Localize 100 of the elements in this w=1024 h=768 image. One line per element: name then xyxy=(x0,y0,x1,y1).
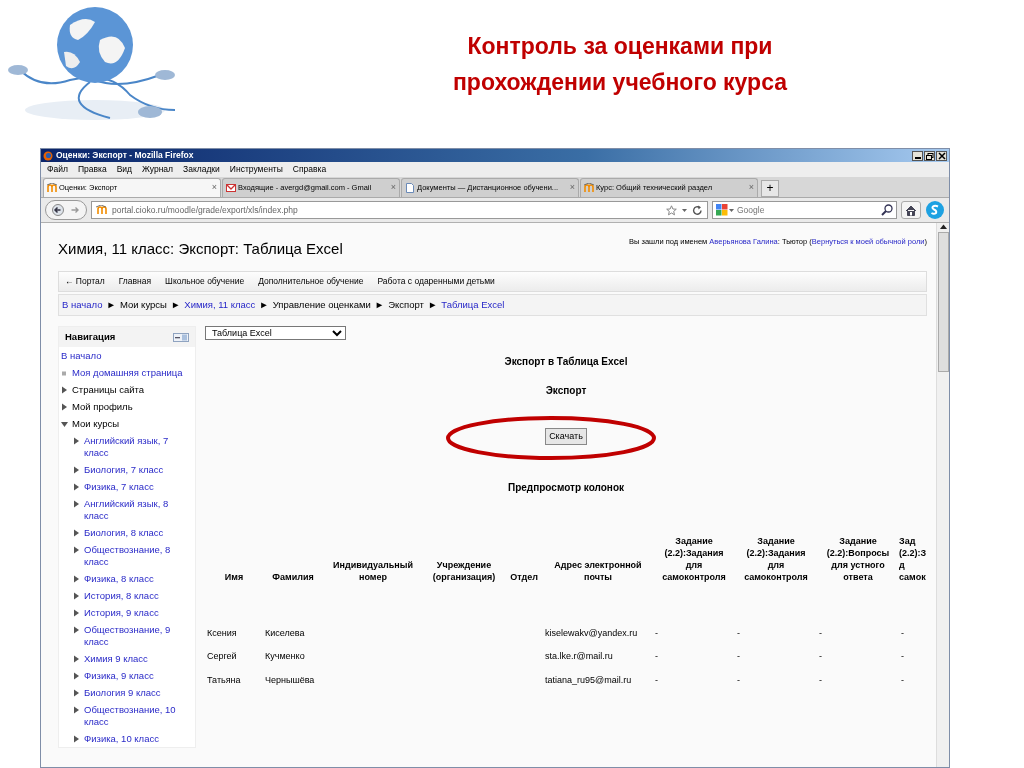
menu-item[interactable]: Правка xyxy=(77,163,107,176)
table-cell: - xyxy=(655,627,658,638)
nav-link[interactable]: Физика, 9 класс xyxy=(84,669,154,682)
menu-item[interactable]: Вид xyxy=(116,163,132,176)
collapsed-icon[interactable] xyxy=(73,734,80,743)
collapsed-icon[interactable] xyxy=(73,528,80,537)
table-cell: Ксения xyxy=(207,627,237,638)
panel-title: Навигация xyxy=(65,329,116,344)
search-engine-icon[interactable] xyxy=(716,204,734,216)
home-button[interactable] xyxy=(901,201,921,219)
moodle-logo-icon xyxy=(47,183,57,193)
collapsed-icon[interactable] xyxy=(73,608,80,617)
menu-item[interactable]: Закладки xyxy=(183,163,220,176)
minimize-button[interactable] xyxy=(912,150,923,161)
dock-icon[interactable] xyxy=(173,332,189,342)
menu-item[interactable]: Журнал xyxy=(142,163,174,176)
collapsed-icon[interactable] xyxy=(73,574,80,583)
table-cell: - xyxy=(819,627,822,638)
nav-link[interactable]: Физика, 8 класс xyxy=(84,572,154,585)
collapsed-icon[interactable] xyxy=(73,591,80,600)
export-subheading: Экспорт xyxy=(544,383,588,398)
maximize-button[interactable] xyxy=(924,150,935,161)
moodle-logo-icon xyxy=(96,205,108,215)
expanded-icon[interactable] xyxy=(61,419,68,428)
menu-item[interactable]: Инструменты xyxy=(229,163,283,176)
collapsed-icon[interactable] xyxy=(73,545,80,554)
nav-link[interactable]: История, 8 класс xyxy=(84,589,159,602)
collapsed-icon[interactable] xyxy=(73,671,80,680)
menu-item[interactable]: ← Портал xyxy=(65,275,105,288)
nav-link[interactable]: Биология, 7 класс xyxy=(84,463,164,476)
menu-item[interactable]: Дополнительное обучение xyxy=(258,275,364,288)
collapsed-icon[interactable] xyxy=(73,654,80,663)
nav-link[interactable]: Обществознание, 10 класс xyxy=(84,703,195,728)
scrollbar[interactable] xyxy=(936,223,949,767)
slide-title: Контроль за оценками при прохождении учебного курса xyxy=(451,32,789,97)
nav-link[interactable]: Страницы сайта xyxy=(72,383,145,396)
menu-item[interactable]: Главная xyxy=(118,275,152,288)
nav-link[interactable]: История, 9 класс xyxy=(84,606,159,619)
collapsed-icon[interactable] xyxy=(73,465,80,474)
breadcrumb-link[interactable]: В начало xyxy=(62,297,103,313)
collapsed-icon[interactable] xyxy=(73,705,80,714)
nav-link[interactable]: В начало xyxy=(61,349,102,362)
format-select[interactable]: Таблица Excel xyxy=(205,326,346,340)
menu-item[interactable]: Школьное обучение xyxy=(165,275,245,288)
nav-link[interactable]: Обществознание, 8 класс xyxy=(84,543,195,568)
nav-link[interactable]: Английский язык, 8 класс xyxy=(84,497,195,522)
menu-item[interactable]: Работа с одаренными детьми xyxy=(377,275,495,288)
column-header: Задание (2.2):Задания для самоконтроля xyxy=(661,534,727,583)
breadcrumb-link[interactable]: Химия, 11 класс xyxy=(184,297,256,313)
table-cell: Кучменко xyxy=(265,651,305,661)
column-header: Задание (2.2):Задания для самоконтроля xyxy=(743,534,809,583)
tab-close-button[interactable]: × xyxy=(211,181,217,195)
table-cell: Чернышёва xyxy=(265,674,315,685)
tab-close-button[interactable]: × xyxy=(569,181,575,195)
moodle-logo-icon xyxy=(584,183,594,193)
collapsed-icon[interactable] xyxy=(61,402,68,411)
nav-link[interactable]: Биология 9 класс xyxy=(84,686,161,699)
forward-icon[interactable] xyxy=(70,205,80,215)
nav-link[interactable]: Мой профиль xyxy=(72,400,133,413)
download-button[interactable]: Скачать xyxy=(545,427,587,445)
address-field[interactable]: portal.cioko.ru/moodle/grade/export/xls/index.php xyxy=(91,201,708,219)
tab-close-button[interactable]: × xyxy=(390,181,396,195)
collapsed-icon[interactable] xyxy=(73,436,80,445)
tab-close-button[interactable]: × xyxy=(748,181,754,195)
menu-item[interactable]: Файл xyxy=(47,163,68,176)
collapsed-icon[interactable] xyxy=(73,482,80,491)
nav-link[interactable]: Обществознание, 9 класс xyxy=(84,623,195,648)
search-icon[interactable] xyxy=(881,204,893,216)
table-cell: tatiana_ru95@mail.ru xyxy=(545,674,632,685)
table-cell: - xyxy=(901,674,904,685)
collapsed-icon[interactable] xyxy=(61,385,68,394)
globe-icon xyxy=(43,150,53,161)
new-tab-button[interactable]: + xyxy=(761,180,779,197)
column-header: Задание (2.2):Вопросы для устного ответа xyxy=(817,534,899,583)
breadcrumb-separator: ► xyxy=(374,297,385,312)
nav-link[interactable]: Физика, 7 класс xyxy=(84,480,154,493)
nav-link[interactable]: Химия 9 класс xyxy=(84,652,148,665)
table-cell: - xyxy=(901,651,904,661)
collapsed-icon[interactable] xyxy=(73,688,80,697)
breadcrumb-separator: ► xyxy=(259,297,269,312)
breadcrumb-link[interactable]: Таблица Excel xyxy=(441,297,505,313)
document-icon xyxy=(405,183,415,193)
collapsed-icon[interactable] xyxy=(73,625,80,634)
nav-link[interactable]: Биология, 8 класс xyxy=(84,526,164,539)
breadcrumb-item: Управление оценками xyxy=(272,297,371,312)
nav-link[interactable]: Мои курсы xyxy=(72,417,120,430)
search-input[interactable]: Google xyxy=(737,203,878,217)
reload-icon[interactable] xyxy=(692,204,703,216)
collapsed-icon[interactable] xyxy=(73,499,80,508)
nav-link[interactable]: Моя домашняя страница xyxy=(72,366,183,379)
menu-item[interactable]: Справка xyxy=(292,163,327,176)
scrollbar-thumb[interactable] xyxy=(937,232,949,372)
close-button[interactable] xyxy=(936,150,947,161)
star-icon[interactable] xyxy=(666,204,677,216)
minimize-icon xyxy=(914,156,921,159)
nav-link[interactable]: Физика, 10 класс xyxy=(84,732,159,745)
nav-link[interactable]: Английский язык, 7 класс xyxy=(84,434,195,459)
caret-icon[interactable] xyxy=(681,206,688,214)
back-icon[interactable] xyxy=(52,204,64,216)
search-field[interactable]: Google xyxy=(712,201,897,219)
